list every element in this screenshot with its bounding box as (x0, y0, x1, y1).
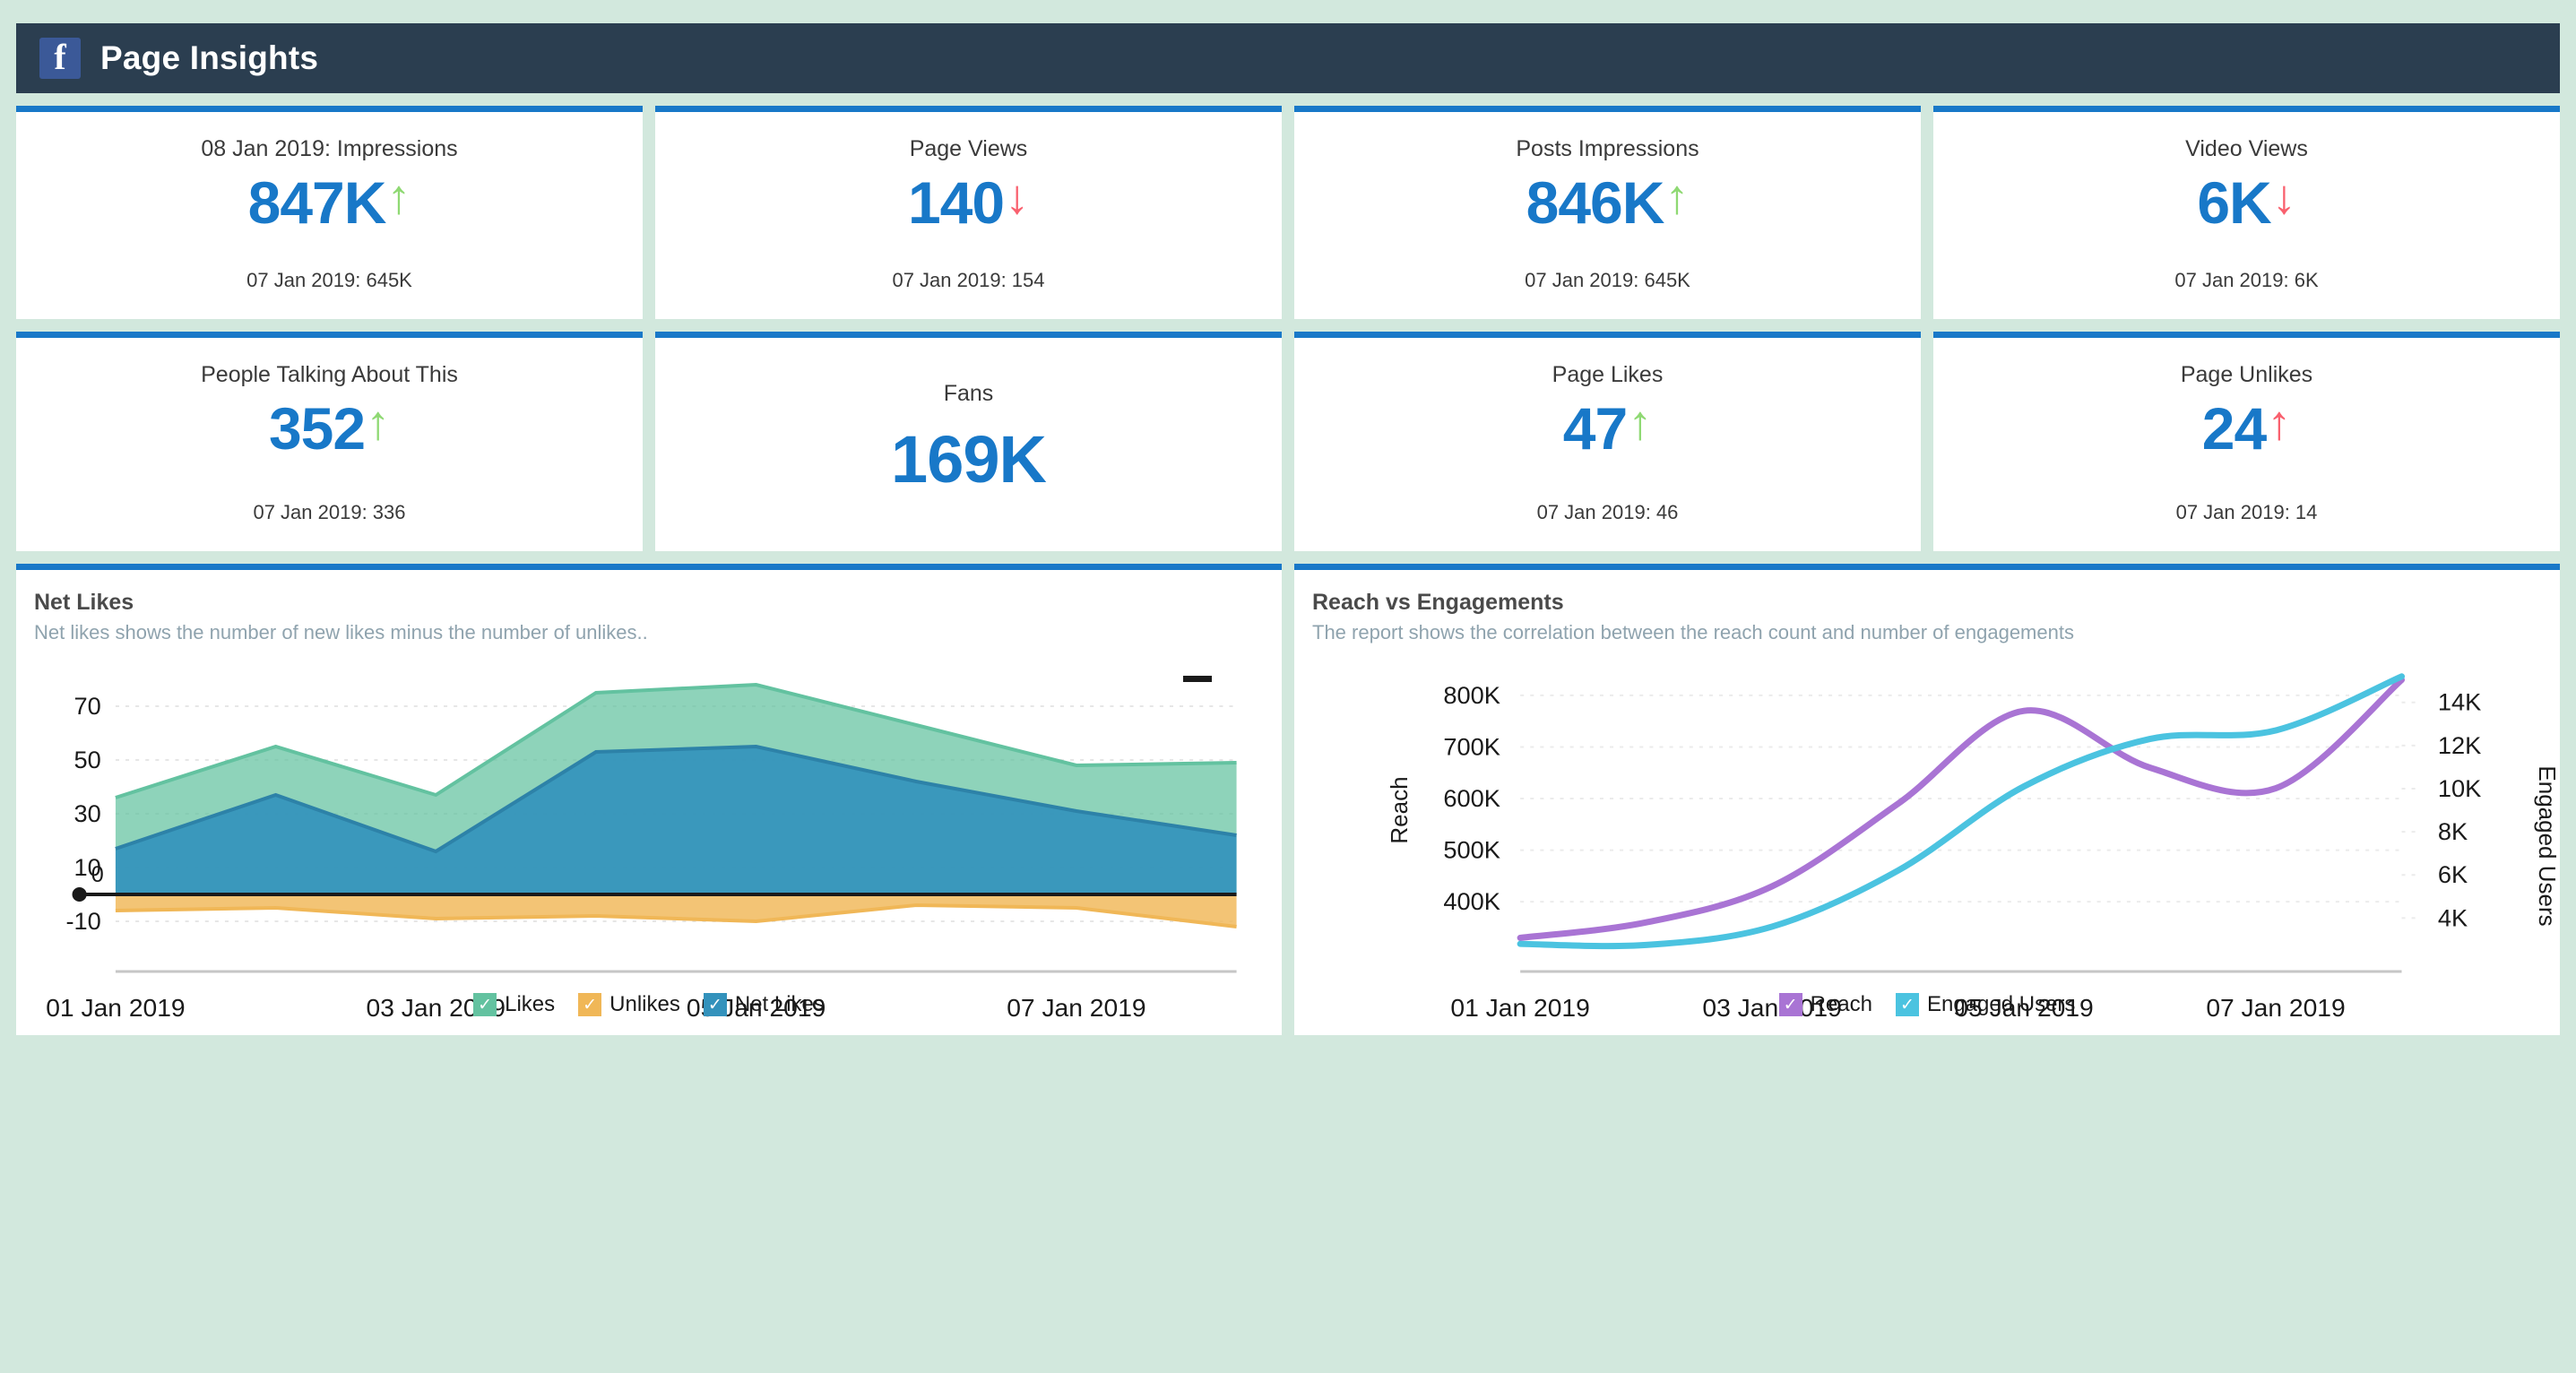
kpi-value-wrap: 140 ↓ (907, 169, 1030, 236)
svg-text:Reach: Reach (1386, 776, 1413, 843)
legend-item-unlikes[interactable]: ✓ Unlikes (578, 992, 680, 1017)
kpi-row-1: 08 Jan 2019: Impressions 847K ↑ 07 Jan 2… (16, 106, 2560, 319)
legend-checkbox-icon[interactable]: ✓ (1778, 993, 1802, 1016)
reach-legend: ✓ Reach ✓ Engaged Users (1294, 992, 2560, 1017)
kpi-value: 847K (247, 169, 387, 236)
kpi-title: Page Likes (1552, 362, 1664, 387)
legend-label: Engaged Users (1926, 992, 2076, 1016)
kpi-card-impressions[interactable]: 08 Jan 2019: Impressions 847K ↑ 07 Jan 2… (16, 106, 643, 319)
trend-down-icon: ↓ (1005, 170, 1030, 224)
kpi-value-wrap: 352 ↑ (268, 395, 391, 462)
kpi-card-fans[interactable]: Fans 169K (655, 332, 1282, 551)
kpi-title: 08 Jan 2019: Impressions (201, 136, 458, 161)
legend-checkbox-icon[interactable]: ✓ (703, 993, 727, 1016)
charts-row: Net Likes Net likes shows the number of … (16, 564, 2560, 1035)
facebook-icon (39, 38, 81, 79)
svg-text:600K: 600K (1443, 784, 1500, 812)
kpi-title: Page Views (909, 136, 1028, 161)
legend-checkbox-icon[interactable]: ✓ (578, 993, 602, 1016)
legend-item-net-likes[interactable]: ✓ Net Likes (703, 992, 825, 1017)
kpi-card-posts-impressions[interactable]: Posts Impressions 846K ↑ 07 Jan 2019: 64… (1294, 106, 1921, 319)
svg-text:0: 0 (91, 862, 104, 887)
kpi-value: 140 (907, 169, 1005, 236)
panel-net-likes: Net Likes Net likes shows the number of … (16, 564, 1282, 1035)
svg-text:700K: 700K (1443, 733, 1500, 761)
legend-item-likes[interactable]: ✓ Likes (473, 992, 555, 1017)
trend-up-icon: ↑ (2267, 396, 2292, 450)
kpi-value-wrap: 169K (891, 422, 1047, 497)
kpi-previous-value: 07 Jan 2019: 154 (892, 269, 1045, 291)
kpi-value-wrap: 6K ↓ (2197, 169, 2296, 236)
kpi-value: 352 (268, 395, 366, 462)
panel-subtitle: Net likes shows the number of new likes … (34, 621, 648, 643)
kpi-previous-value: 07 Jan 2019: 46 (1536, 501, 1679, 523)
svg-text:-10: -10 (65, 907, 100, 935)
panel-title: Reach vs Engagements (1312, 590, 1564, 615)
trend-up-icon: ↑ (386, 170, 411, 224)
legend-label: Likes (505, 992, 556, 1016)
svg-text:8K: 8K (2438, 817, 2468, 845)
reach-chart: 400K 500K 600K 700K 800K 4K 6K 8K 10K 12K 14K Reach… (1294, 652, 2560, 1035)
legend-label: Reach (1810, 992, 1872, 1016)
kpi-previous-value: 07 Jan 2019: 336 (253, 501, 406, 523)
svg-text:30: 30 (74, 799, 101, 827)
kpi-value-wrap: 846K ↑ (1526, 169, 1690, 236)
kpi-title: Fans (943, 381, 994, 406)
page-title: Page Insights (100, 39, 319, 76)
kpi-previous-value: 07 Jan 2019: 6K (2174, 269, 2319, 291)
svg-text:400K: 400K (1443, 887, 1500, 915)
kpi-value: 169K (891, 422, 1047, 497)
trend-up-icon: ↑ (366, 396, 391, 450)
legend-checkbox-icon[interactable]: ✓ (1895, 993, 1919, 1016)
svg-text:6K: 6K (2438, 860, 2468, 888)
kpi-card-page-views[interactable]: Page Views 140 ↓ 07 Jan 2019: 154 (655, 106, 1282, 319)
legend-item-engaged-users[interactable]: ✓ Engaged Users (1895, 992, 2076, 1017)
kpi-row-2: People Talking About This 352 ↑ 07 Jan 2… (16, 332, 2560, 551)
svg-text:10K: 10K (2438, 774, 2481, 802)
svg-text:12K: 12K (2438, 731, 2481, 759)
panel-subtitle: The report shows the correlation between… (1312, 621, 2074, 643)
legend-checkbox-icon[interactable]: ✓ (473, 993, 497, 1016)
kpi-value: 6K (2197, 169, 2271, 236)
kpi-value: 24 (2201, 395, 2267, 462)
kpi-value-wrap: 847K ↑ (247, 169, 411, 236)
kpi-title: Page Unlikes (2180, 362, 2313, 387)
kpi-title: People Talking About This (201, 362, 458, 387)
kpi-value: 846K (1526, 169, 1665, 236)
app-header: Page Insights (16, 23, 2560, 93)
kpi-card-page-likes[interactable]: Page Likes 47 ↑ 07 Jan 2019: 46 (1294, 332, 1921, 551)
kpi-value-wrap: 24 ↑ (2201, 395, 2292, 462)
svg-text:800K: 800K (1443, 681, 1500, 709)
kpi-value-wrap: 47 ↑ (1562, 395, 1653, 462)
legend-label: Unlikes (609, 992, 680, 1016)
kpi-previous-value: 07 Jan 2019: 645K (1525, 269, 1690, 291)
kpi-previous-value: 07 Jan 2019: 645K (246, 269, 412, 291)
svg-text:50: 50 (74, 746, 101, 773)
svg-text:4K: 4K (2438, 903, 2468, 931)
kpi-title: Posts Impressions (1516, 136, 1699, 161)
legend-label: Net Likes (734, 992, 825, 1016)
svg-text:70: 70 (74, 692, 101, 720)
svg-text:500K: 500K (1443, 836, 1500, 864)
kpi-card-video-views[interactable]: Video Views 6K ↓ 07 Jan 2019: 6K (1933, 106, 2560, 319)
dashboard-root: Page Insights 08 Jan 2019: Impressions 8… (0, 23, 2576, 1373)
panel-title: Net Likes (34, 590, 134, 615)
kpi-card-page-unlikes[interactable]: Page Unlikes 24 ↑ 07 Jan 2019: 14 (1933, 332, 2560, 551)
kpi-title: Video Views (2185, 136, 2308, 161)
kpi-card-people-talking-about-this[interactable]: People Talking About This 352 ↑ 07 Jan 2… (16, 332, 643, 551)
net-likes-legend: ✓ Likes ✓ Unlikes ✓ Net Likes (16, 992, 1282, 1017)
net-likes-chart: 70 50 30 10 -10 0 01 Jan 2019 03 Jan 2019 05 Jan… (16, 652, 1282, 1035)
panel-reach-vs-engagements: Reach vs Engagements The report shows th… (1294, 564, 2560, 1035)
svg-text:Engaged Users: Engaged Users (2534, 765, 2560, 926)
svg-text:14K: 14K (2438, 688, 2481, 716)
kpi-previous-value: 07 Jan 2019: 14 (2175, 501, 2318, 523)
trend-down-icon: ↓ (2271, 170, 2296, 224)
trend-up-icon: ↑ (1628, 396, 1653, 450)
trend-up-icon: ↑ (1664, 170, 1690, 224)
legend-item-reach[interactable]: ✓ Reach (1778, 992, 1872, 1017)
kpi-value: 47 (1562, 395, 1628, 462)
